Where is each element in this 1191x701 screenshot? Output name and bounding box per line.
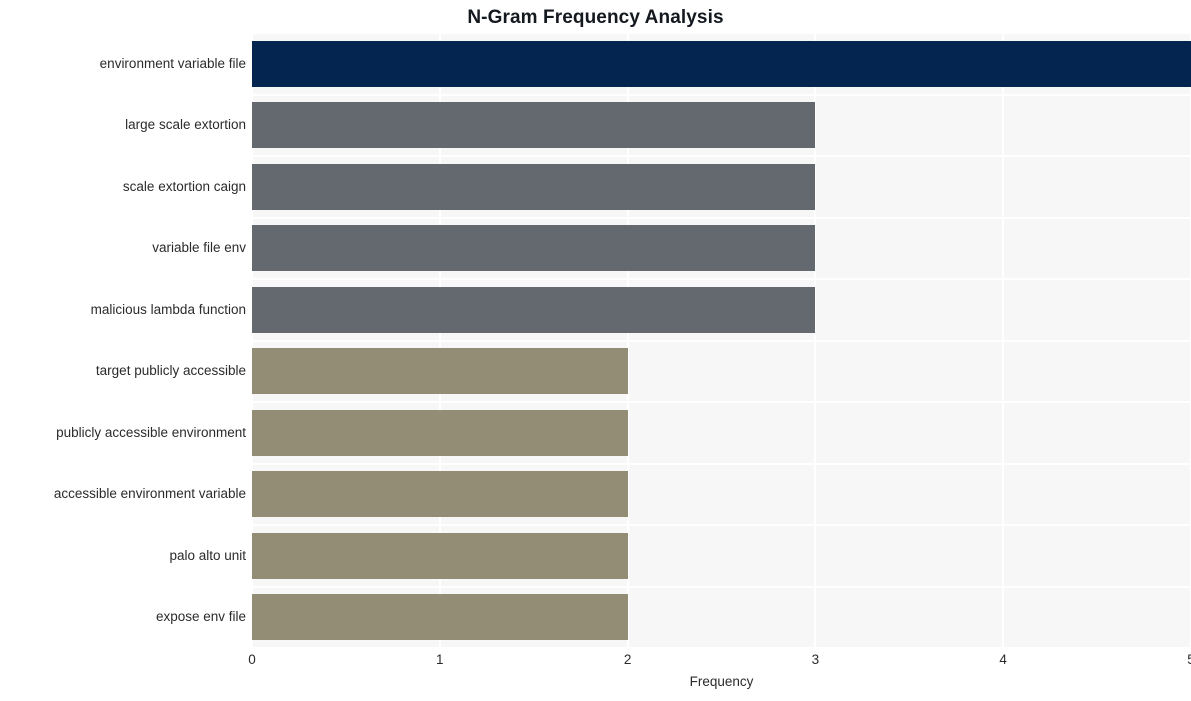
x-tick-label: 1 [436, 652, 444, 667]
y-tick-label: malicious lambda function [90, 301, 246, 317]
gridline-horizontal-7 [252, 462, 1191, 465]
bar[interactable] [252, 532, 628, 579]
gridline-horizontal-9 [252, 585, 1191, 588]
x-tick-label: 2 [623, 652, 632, 667]
x-tick-label: 4 [999, 652, 1007, 667]
plot-area [252, 33, 1191, 648]
gridline-horizontal-5 [252, 339, 1191, 342]
y-tick-label: large scale extortion [125, 117, 246, 133]
bar[interactable] [252, 348, 628, 395]
bar[interactable] [252, 286, 816, 333]
bar[interactable] [252, 40, 1191, 87]
bar[interactable] [252, 594, 628, 641]
bar[interactable] [252, 102, 816, 149]
y-tick-label: environment variable file [99, 55, 246, 71]
gridline-horizontal-2 [252, 155, 1191, 157]
y-tick-label: target publicly accessible [95, 363, 246, 379]
y-tick-label: publicly accessible environment [56, 424, 246, 440]
bar[interactable] [252, 225, 816, 272]
x-tick-label: 3 [811, 652, 820, 667]
gridline-horizontal-3 [252, 216, 1191, 219]
y-tick-label: variable file env [152, 240, 246, 256]
bar[interactable] [252, 409, 628, 456]
x-tick-label: 0 [248, 652, 256, 667]
gridline-horizontal-8 [252, 524, 1191, 526]
x-tick-label: 5 [1187, 652, 1191, 667]
gridline-horizontal-6 [252, 401, 1191, 403]
gridline-horizontal-0 [252, 33, 1191, 34]
y-tick-label: accessible environment variable [53, 486, 246, 502]
x-axis-tick-labels: 0 1 2 3 4 5 [0, 652, 1191, 674]
x-axis-title: Frequency [689, 674, 754, 689]
bar[interactable] [252, 163, 816, 210]
chart-title: N-Gram Frequency Analysis [467, 7, 724, 28]
gridline-horizontal-4 [252, 278, 1191, 280]
chart-figure: N-Gram Frequency Analysis environment va… [0, 0, 1191, 701]
y-axis-tick-labels: environment variable file large scale ext… [0, 33, 246, 648]
gridline-horizontal-10 [252, 647, 1191, 648]
y-tick-label: expose env file [155, 609, 246, 625]
y-tick-label: palo alto unit [169, 547, 246, 563]
gridline-horizontal-1 [252, 93, 1191, 96]
y-tick-label: scale extortion caign [122, 178, 246, 194]
bar[interactable] [252, 471, 628, 518]
